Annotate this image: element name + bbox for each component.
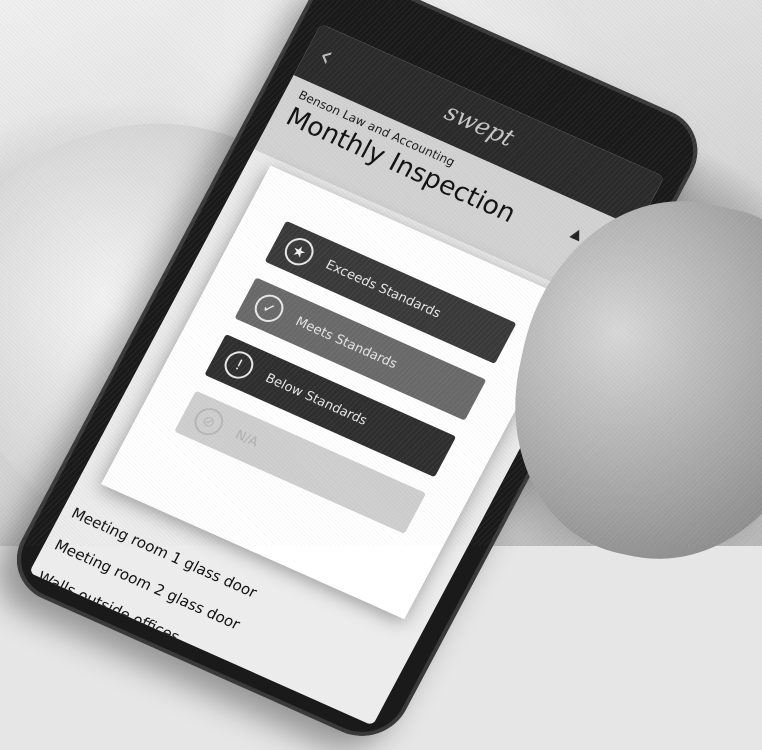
- star-icon: ★: [279, 233, 319, 270]
- list-item[interactable]: Walls outside offices: [35, 568, 183, 646]
- option-label: N/A: [232, 427, 261, 450]
- option-label: Exceeds Standards: [323, 257, 444, 321]
- exclamation-icon: !: [219, 346, 259, 384]
- na-icon: ⊘: [189, 403, 229, 440]
- option-label: Meets Standards: [292, 313, 400, 372]
- option-label: Below Standards: [262, 370, 370, 429]
- check-icon: ✓: [249, 290, 289, 327]
